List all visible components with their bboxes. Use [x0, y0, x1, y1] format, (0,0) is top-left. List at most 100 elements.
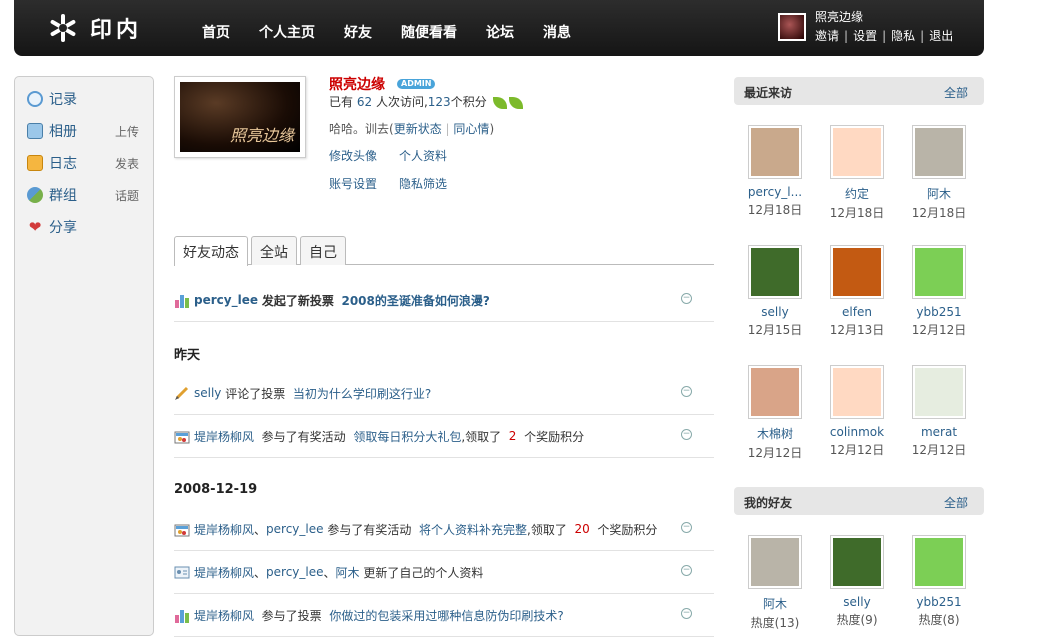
tab-friend-feed[interactable]: 好友动态 [174, 236, 248, 266]
feed-user-link[interactable]: 堤岸杨柳风 [194, 564, 254, 581]
visitor-tile[interactable]: 木棉树 12月12日 [740, 365, 810, 461]
privacy-link[interactable]: 隐私 [891, 29, 915, 43]
avatar[interactable] [830, 365, 884, 419]
avatar[interactable] [748, 245, 802, 299]
settings-link[interactable]: 设置 [853, 29, 877, 43]
feed-user-link[interactable]: percy_lee [266, 565, 323, 579]
avatar[interactable] [912, 125, 966, 179]
nav-explore[interactable]: 随便看看 [401, 22, 457, 42]
avatar[interactable] [912, 365, 966, 419]
account-settings-link[interactable]: 账号设置 [329, 177, 377, 191]
profile-name[interactable]: 照亮边缘 [329, 74, 385, 94]
upload-link[interactable]: 上传 [115, 123, 139, 140]
nav-friends[interactable]: 好友 [344, 22, 372, 42]
nav-home[interactable]: 首页 [202, 22, 230, 42]
nav-profile[interactable]: 个人主页 [259, 22, 315, 42]
topic-link[interactable]: 话题 [115, 187, 139, 204]
user-name[interactable]: 照亮边缘 [815, 8, 863, 25]
visitor-tile[interactable]: 约定 12月18日 [822, 125, 892, 221]
person-name[interactable]: 阿木 [904, 185, 974, 202]
personal-info-link[interactable]: 个人资料 [399, 149, 447, 163]
avatar[interactable] [830, 125, 884, 179]
top-bar: 印内 首页 个人主页 好友 随便看看 论坛 消息 照亮边缘 邀请 | 设置 | 隐私 | 退… [14, 0, 984, 56]
reward-amount: 2 [508, 429, 517, 443]
person-name[interactable]: percy_l... [740, 185, 810, 199]
person-name[interactable]: merat [904, 425, 974, 439]
feed-target-link[interactable]: 2008的圣诞准备如何浪漫? [341, 292, 489, 309]
visitor-tile[interactable]: colinmok 12月12日 [822, 365, 892, 458]
sidebar-item-records[interactable]: 记录 [27, 89, 147, 109]
feed-user-link[interactable]: 堤岸杨柳风 [194, 607, 254, 624]
logout-link[interactable]: 退出 [929, 29, 953, 43]
same-mood-link[interactable]: 同心情 [453, 122, 489, 136]
person-name[interactable]: 木棉树 [740, 425, 810, 442]
feed-user-link[interactable]: selly [194, 386, 221, 400]
tab-self[interactable]: 自己 [300, 236, 346, 265]
visitor-tile[interactable]: merat 12月12日 [904, 365, 974, 458]
avatar[interactable] [912, 245, 966, 299]
recent-visitors-all-link[interactable]: 全部 [944, 84, 968, 101]
profile-status: 哈哈。训去(更新状态 | 同心情) [329, 122, 495, 136]
my-friends-all-link[interactable]: 全部 [944, 494, 968, 511]
feed-target-link[interactable]: 将个人资料补充完整 [419, 521, 527, 538]
avatar[interactable] [748, 125, 802, 179]
feed-target-link[interactable]: 当初为什么学印刷这行业? [293, 385, 431, 402]
person-name[interactable]: selly [740, 305, 810, 319]
person-name[interactable]: ybb251 [904, 595, 974, 609]
pencil-icon [174, 385, 190, 401]
change-avatar-link[interactable]: 修改头像 [329, 149, 377, 163]
friend-tile[interactable]: selly 热度(9) [822, 535, 892, 628]
feed-user-link[interactable]: percy_lee [194, 293, 258, 307]
remove-icon[interactable]: − [681, 293, 692, 304]
sidebar-item-album[interactable]: 相册 上传 [27, 121, 147, 141]
remove-icon[interactable]: − [681, 386, 692, 397]
avatar[interactable] [830, 535, 884, 589]
visitor-tile[interactable]: 阿木 12月18日 [904, 125, 974, 221]
feed-user-link[interactable]: 堤岸杨柳风 [194, 428, 254, 445]
leaf-icon [508, 96, 523, 109]
visit-date: 12月18日 [911, 206, 967, 220]
avatar[interactable] [748, 535, 802, 589]
logo-text: 印内 [90, 18, 143, 43]
avatar[interactable] [748, 365, 802, 419]
feed-user-link[interactable]: 堤岸杨柳风 [194, 521, 254, 538]
feed-user-link[interactable]: percy_lee [266, 522, 323, 536]
friend-tile[interactable]: 阿木 热度(13) [740, 535, 810, 631]
person-name[interactable]: 阿木 [740, 595, 810, 612]
person-name[interactable]: elfen [822, 305, 892, 319]
nav-forum[interactable]: 论坛 [486, 22, 514, 42]
sidebar-item-blog[interactable]: 日志 发表 [27, 153, 147, 173]
person-name[interactable]: 约定 [822, 185, 892, 202]
remove-icon[interactable]: − [681, 429, 692, 440]
site-logo[interactable]: 印内 [48, 12, 142, 44]
visitor-tile[interactable]: elfen 12月13日 [822, 245, 892, 338]
person-name[interactable]: ybb251 [904, 305, 974, 319]
sidebar-item-share[interactable]: ❤ 分享 [27, 217, 147, 237]
remove-icon[interactable]: − [681, 608, 692, 619]
photo-caption: 照亮边缘 [229, 126, 294, 145]
visitor-tile[interactable]: percy_l... 12月18日 [740, 125, 810, 218]
person-name[interactable]: selly [822, 595, 892, 609]
friend-tile[interactable]: ybb251 热度(8) [904, 535, 974, 628]
privacy-filter-link[interactable]: 隐私筛选 [399, 177, 447, 191]
sidebar-item-groups[interactable]: 群组 话题 [27, 185, 147, 205]
profile-photo[interactable]: 照亮边缘 [174, 76, 306, 158]
feed-target-link[interactable]: 领取每日积分大礼包 [353, 428, 461, 445]
tab-site[interactable]: 全站 [251, 236, 297, 265]
invite-link[interactable]: 邀请 [815, 29, 839, 43]
nav-messages[interactable]: 消息 [543, 22, 571, 42]
avatar[interactable] [830, 245, 884, 299]
person-name[interactable]: colinmok [822, 425, 892, 439]
user-avatar[interactable] [778, 13, 806, 41]
visitor-tile[interactable]: selly 12月15日 [740, 245, 810, 338]
feed-user-link[interactable]: 阿木 [336, 564, 360, 581]
remove-icon[interactable]: − [681, 565, 692, 576]
feed-target-link[interactable]: 你做过的包装采用过哪种信息防伪印刷技术? [329, 607, 563, 624]
day-heading: 昨天 [174, 348, 201, 363]
publish-link[interactable]: 发表 [115, 155, 139, 172]
update-status-link[interactable]: 更新状态 [394, 122, 442, 136]
remove-icon[interactable]: − [681, 522, 692, 533]
avatar[interactable] [912, 535, 966, 589]
visitor-tile[interactable]: ybb251 12月12日 [904, 245, 974, 338]
leaf-icon [492, 96, 507, 109]
